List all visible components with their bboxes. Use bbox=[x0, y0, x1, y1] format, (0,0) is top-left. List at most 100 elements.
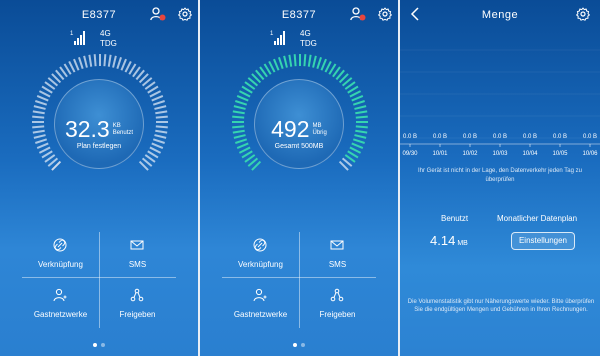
tile-guest-network-label: Gastnetzwerke bbox=[233, 310, 288, 319]
network-mode: TDG bbox=[300, 39, 317, 48]
gauge-tick bbox=[288, 54, 293, 67]
gauge-tick bbox=[273, 58, 280, 71]
link-icon bbox=[53, 238, 67, 252]
gauge-tick bbox=[307, 54, 312, 67]
settings-button[interactable]: Einstellungen bbox=[511, 232, 575, 250]
tile-connection[interactable]: Verknüpfung bbox=[222, 232, 299, 278]
monthly-plan-label: Monatlicher Datenplan bbox=[497, 214, 578, 223]
tile-connection-label: Verknüpfung bbox=[238, 260, 283, 269]
gauge-tick bbox=[35, 100, 48, 106]
signal-strength-icon: 1 bbox=[270, 31, 285, 45]
gear-icon[interactable] bbox=[576, 7, 590, 21]
remaining-unit-sub: Übrig bbox=[312, 129, 327, 136]
info-text: Ihr Gerät ist nicht in der Lage, den Dat… bbox=[418, 168, 582, 183]
gauge-tick bbox=[283, 55, 288, 68]
chart-value-label: 0.0 B bbox=[583, 134, 597, 140]
chart-value-label: 0.0 B bbox=[553, 134, 567, 140]
gauge-tick bbox=[233, 105, 246, 110]
gauge-tick bbox=[152, 100, 165, 106]
gauge-tick bbox=[88, 54, 93, 67]
gauge-tick bbox=[354, 105, 367, 110]
chart-value-label: 0.0 B bbox=[493, 134, 507, 140]
gauge-tick bbox=[154, 105, 167, 110]
usage-number: 32.3 bbox=[64, 116, 110, 142]
gauge-tick bbox=[124, 60, 132, 73]
chart-category-label: 10/05 bbox=[552, 151, 568, 157]
gauge-tick bbox=[32, 110, 45, 115]
chart-value-label: 0.0 B bbox=[463, 134, 477, 140]
gauge-tick bbox=[349, 90, 362, 98]
tile-share-label: Freigeben bbox=[119, 310, 156, 319]
total-plan-label[interactable]: Gesamt 500MB bbox=[200, 143, 398, 150]
home-screen-2: E8377 1 4G TDG 492 MB Übrig Gesamt 500MB V… bbox=[200, 0, 398, 356]
envelope-icon bbox=[130, 240, 144, 250]
usage-unit: KB bbox=[112, 122, 121, 129]
tile-connection[interactable]: Verknüpfung bbox=[22, 232, 99, 278]
gauge-tick bbox=[149, 90, 162, 98]
user-alert-icon[interactable] bbox=[350, 7, 366, 21]
gauge-tick bbox=[303, 54, 307, 67]
gauge-tick bbox=[236, 95, 249, 102]
remaining-value: 492 MB Übrig bbox=[200, 116, 398, 144]
used-unit: MB bbox=[457, 240, 468, 247]
gauge-tick bbox=[352, 100, 365, 106]
gauge-tick bbox=[355, 110, 368, 115]
quick-tiles: Verknüpfung SMS Gastnetzwerke Freigeben bbox=[222, 232, 376, 328]
chart-value-label: 0.0 B bbox=[523, 134, 537, 140]
chart-category-label: 10/06 bbox=[582, 151, 598, 157]
gauge-tick bbox=[93, 54, 97, 67]
gauge-tick bbox=[316, 57, 322, 70]
gauge-tick bbox=[268, 60, 276, 73]
chart-category-label: 10/04 bbox=[522, 151, 538, 157]
gear-icon[interactable] bbox=[178, 7, 192, 21]
device-name: E8377 bbox=[281, 9, 317, 21]
gauge-tick bbox=[120, 58, 127, 71]
gear-icon[interactable] bbox=[378, 7, 392, 21]
gauge-tick bbox=[278, 57, 284, 70]
chart-category-label: 10/03 bbox=[492, 151, 508, 157]
network-tech: 4G bbox=[100, 29, 111, 38]
chart-value-label: 0.0 B bbox=[433, 134, 447, 140]
tile-share[interactable]: Freigeben bbox=[99, 282, 176, 328]
page-indicator bbox=[200, 343, 398, 347]
network-status: 4G TDG bbox=[300, 29, 317, 49]
network-tech: 4G bbox=[300, 29, 311, 38]
tile-connection-label: Verknüpfung bbox=[38, 260, 83, 269]
user-alert-icon[interactable] bbox=[150, 7, 166, 21]
gauge-tick bbox=[107, 54, 112, 67]
signal-prefix: 1 bbox=[270, 31, 274, 37]
page-title: Menge bbox=[481, 9, 519, 21]
remaining-unit: MB bbox=[312, 122, 322, 129]
gauge-tick bbox=[36, 95, 49, 102]
gauge-tick bbox=[351, 95, 364, 102]
tile-guest-network[interactable]: Gastnetzwerke bbox=[222, 282, 299, 328]
tile-share[interactable]: Freigeben bbox=[299, 282, 376, 328]
signal-prefix: 1 bbox=[70, 31, 74, 37]
add-user-icon bbox=[253, 288, 267, 302]
gauge-tick bbox=[151, 95, 164, 102]
gauge-tick bbox=[103, 54, 107, 67]
chart-category-label: 10/02 bbox=[462, 151, 478, 157]
tile-share-label: Freigeben bbox=[319, 310, 356, 319]
gauge-tick bbox=[83, 55, 88, 68]
set-plan-link[interactable]: Plan festlegen bbox=[0, 143, 198, 150]
tile-guest-network[interactable]: Gastnetzwerke bbox=[22, 282, 99, 328]
chart-category-label: 10/01 bbox=[432, 151, 448, 157]
used-label: Benutzt bbox=[441, 214, 469, 223]
gauge-tick bbox=[324, 60, 332, 73]
home-screen-1: E8377 1 4G TDG 32.3 KB Benutzt Plan festle… bbox=[0, 0, 198, 356]
gauge-tick bbox=[293, 54, 297, 67]
tile-sms-label: SMS bbox=[328, 260, 347, 269]
gauge-tick bbox=[68, 60, 76, 73]
link-icon bbox=[253, 238, 267, 252]
signal-strength-icon: 1 bbox=[70, 31, 85, 45]
tile-sms[interactable]: SMS bbox=[99, 232, 176, 278]
gauge-tick bbox=[312, 55, 317, 68]
device-name: E8377 bbox=[81, 9, 117, 21]
network-mode: TDG bbox=[100, 39, 117, 48]
tile-sms[interactable]: SMS bbox=[299, 232, 376, 278]
chart-category-label: 09/30 bbox=[402, 151, 418, 157]
gauge-tick bbox=[33, 105, 46, 110]
network-status: 4G TDG bbox=[100, 29, 117, 49]
gauge-tick bbox=[38, 90, 51, 98]
